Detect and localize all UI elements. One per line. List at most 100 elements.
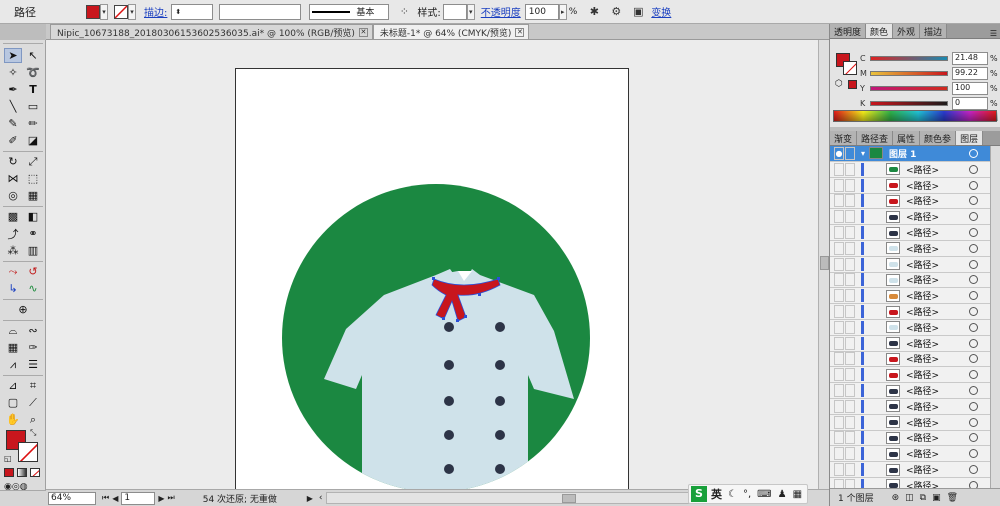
- stepper-icon[interactable]: ⬍: [175, 8, 181, 16]
- eye-icon[interactable]: [834, 178, 844, 192]
- paintbrush-tool-icon[interactable]: ✎: [4, 116, 22, 131]
- layer-row[interactable]: <路径>: [830, 209, 990, 226]
- eye-icon[interactable]: [834, 320, 844, 334]
- chevron-down-icon[interactable]: ▾: [466, 3, 475, 20]
- eye-icon[interactable]: [834, 384, 844, 398]
- target-icon[interactable]: [969, 449, 978, 459]
- list-tool-icon[interactable]: ☰: [24, 357, 42, 372]
- layer-row[interactable]: <路径>: [830, 352, 990, 368]
- m-input[interactable]: 99.22: [952, 66, 988, 80]
- opacity-input[interactable]: 100: [524, 3, 559, 20]
- eye-icon[interactable]: [834, 257, 844, 271]
- chevron-down-icon[interactable]: ▾: [128, 3, 136, 20]
- m-bar[interactable]: [870, 70, 948, 76]
- ime-toolbar[interactable]: S 英 ☾ °, ⌨ ♟ ▦: [688, 484, 808, 504]
- stroke-weight-field[interactable]: ⬍: [171, 3, 214, 20]
- eye-icon[interactable]: [834, 210, 844, 224]
- target-icon[interactable]: [969, 148, 978, 158]
- envelope-tool-icon[interactable]: ⌓: [4, 323, 22, 338]
- eye-icon[interactable]: [834, 478, 844, 488]
- keyboard-icon[interactable]: ⌨: [757, 489, 771, 500]
- lock-toggle[interactable]: [845, 146, 855, 160]
- style-select[interactable]: [442, 3, 467, 20]
- layer-row[interactable]: <路径>: [830, 257, 990, 273]
- selection-tool-icon[interactable]: ➤: [4, 48, 22, 63]
- target-icon[interactable]: [969, 196, 978, 206]
- artboard-tool-icon[interactable]: ▢: [4, 395, 22, 410]
- gradient-tool-icon[interactable]: ◧: [24, 209, 42, 224]
- layer-row[interactable]: <路径>: [830, 320, 990, 336]
- zoom-tool-icon[interactable]: ⌕: [24, 412, 42, 427]
- chevron-down-icon[interactable]: ▾: [100, 3, 108, 20]
- new-sublayer-icon[interactable]: ⧉: [920, 493, 926, 503]
- tab-color[interactable]: 颜色: [866, 24, 894, 38]
- lock-toggle[interactable]: [845, 226, 855, 240]
- eye-icon[interactable]: [834, 431, 844, 445]
- opacity-link[interactable]: 不透明度: [481, 3, 521, 21]
- tab-gradient[interactable]: 渐变: [830, 131, 858, 145]
- target-icon[interactable]: [969, 433, 978, 443]
- variable-width-select[interactable]: [219, 3, 302, 20]
- layer-row[interactable]: <路径>: [830, 336, 990, 352]
- scroll-thumb[interactable]: [820, 256, 829, 270]
- status-menu-icon[interactable]: ▶: [307, 494, 313, 503]
- lock-toggle[interactable]: [845, 399, 855, 413]
- eye-icon[interactable]: [834, 241, 844, 255]
- graph-tool-icon[interactable]: ⩘: [4, 357, 22, 372]
- lasso-tool-icon[interactable]: ➰: [24, 65, 42, 80]
- lock-toggle[interactable]: [845, 336, 855, 350]
- blob-brush-tool-icon[interactable]: ✐: [4, 133, 22, 148]
- tab-untitled-document[interactable]: 未标题-1* @ 64% (CMYK/预览) ✕: [372, 24, 530, 39]
- layer-row[interactable]: <路径>: [830, 241, 990, 257]
- delete-layer-icon[interactable]: 🗑: [947, 493, 958, 503]
- layer-row[interactable]: <路径>: [830, 446, 990, 463]
- target-icon[interactable]: [969, 228, 978, 238]
- warp-tool-icon[interactable]: ∾: [24, 323, 42, 338]
- layer-row[interactable]: <路径>: [830, 304, 990, 320]
- lock-toggle[interactable]: [845, 210, 855, 224]
- eye-icon[interactable]: [834, 273, 844, 287]
- tab-stroke[interactable]: 描边: [920, 24, 948, 38]
- perspective-grid-tool-icon[interactable]: ▦: [24, 188, 42, 203]
- new-layer-icon[interactable]: ▣: [932, 493, 941, 503]
- layer-row[interactable]: <路径>: [830, 383, 990, 399]
- panel-stroke-swatch[interactable]: [843, 61, 857, 75]
- target-icon[interactable]: [969, 386, 978, 396]
- layer-row[interactable]: <路径>: [830, 399, 990, 415]
- pen-tool-icon[interactable]: ✒: [4, 82, 22, 97]
- target-icon[interactable]: [969, 291, 978, 301]
- layer-row[interactable]: <路径>: [830, 162, 990, 178]
- layer-row[interactable]: <路径>: [830, 462, 990, 478]
- eye-icon[interactable]: [834, 399, 844, 413]
- layer-row[interactable]: <路径>: [830, 431, 990, 447]
- eyedropper-tool-icon[interactable]: ⤴: [4, 226, 22, 241]
- scroll-thumb[interactable]: [562, 494, 577, 503]
- lock-toggle[interactable]: [845, 289, 855, 303]
- stroke-color-swatch[interactable]: ▾: [114, 3, 136, 21]
- artboard[interactable]: [235, 68, 629, 489]
- custom-wave-tool-icon[interactable]: ∿: [24, 281, 42, 296]
- target-icon[interactable]: [969, 480, 978, 488]
- slider-m[interactable]: M 99.22 %: [860, 66, 1000, 80]
- eye-icon[interactable]: [834, 162, 844, 176]
- blend-tool-icon[interactable]: ⚭: [24, 226, 42, 241]
- swap-icon[interactable]: ⤡: [30, 428, 36, 438]
- page-select[interactable]: 1: [121, 491, 156, 505]
- target-icon[interactable]: [969, 275, 978, 285]
- target-icon[interactable]: [969, 180, 978, 190]
- tab-nipic-document[interactable]: Nipic_10673188_20180306153602536035.ai* …: [50, 24, 373, 39]
- slice-tool-icon[interactable]: ⊿: [4, 378, 22, 393]
- lock-toggle[interactable]: [845, 384, 855, 398]
- layer-row[interactable]: <路径>: [830, 478, 990, 488]
- tab-pathfinder[interactable]: 路径查: [857, 131, 894, 145]
- lock-toggle[interactable]: [845, 352, 855, 366]
- target-icon[interactable]: [969, 322, 978, 332]
- magic-wand-tool-icon[interactable]: ✧: [4, 65, 22, 80]
- target-tool-icon[interactable]: ⊕: [14, 302, 32, 317]
- moon-icon[interactable]: ☾: [728, 489, 737, 500]
- disclosure-icon[interactable]: ▾: [861, 149, 865, 158]
- layer-row-top[interactable]: ● ▾ 图层 1: [830, 146, 990, 162]
- tab-attributes[interactable]: 属性: [893, 131, 921, 145]
- custom-path-tool-icon[interactable]: ↳: [4, 281, 22, 296]
- symbol-sprayer-tool-icon[interactable]: ⁂: [4, 243, 22, 258]
